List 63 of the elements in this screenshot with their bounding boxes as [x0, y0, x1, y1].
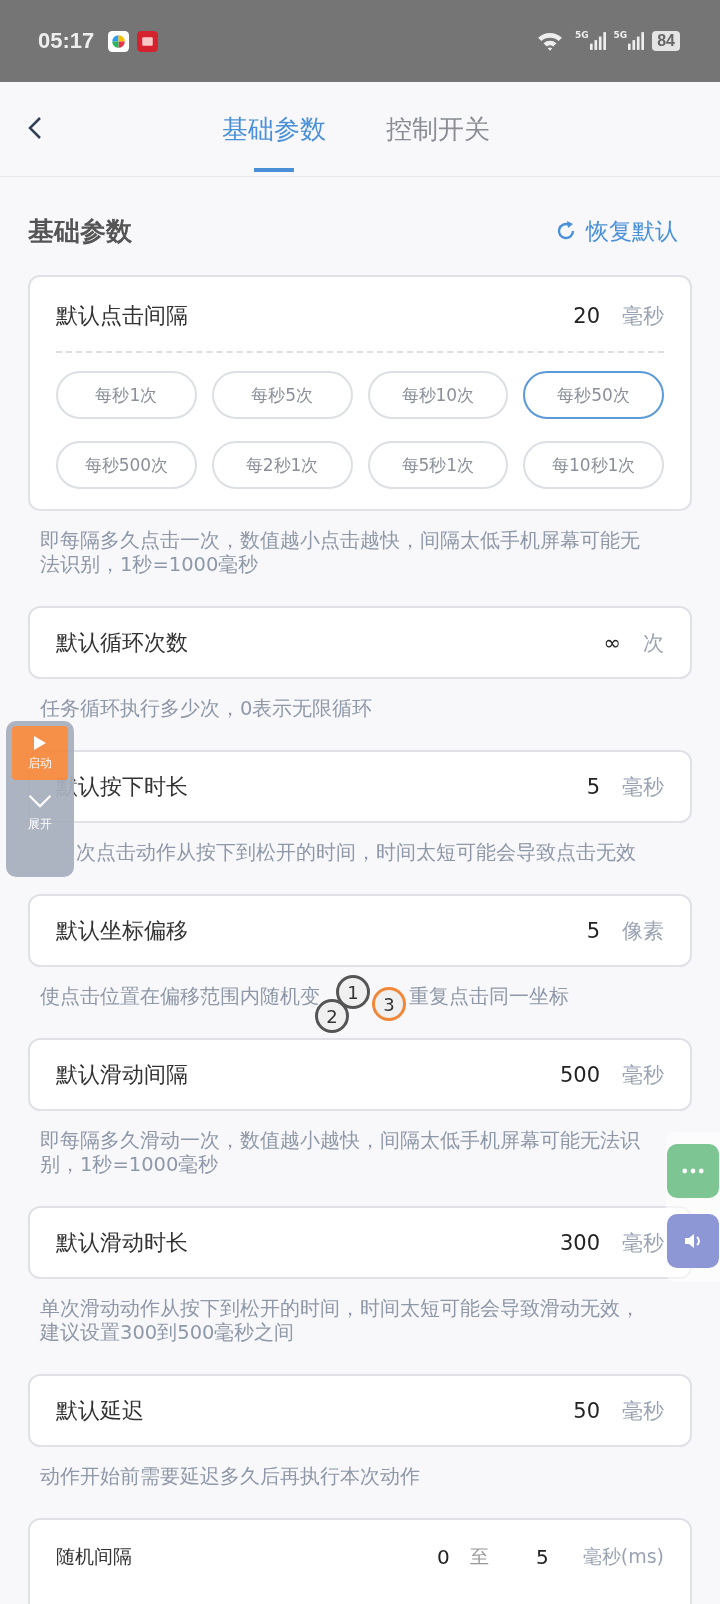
- play-icon: [33, 734, 47, 751]
- hint-text: 任务循环执行多少次，0表示无限循环: [40, 697, 374, 721]
- wifi-icon: [536, 31, 563, 51]
- preset-chip[interactable]: 每10秒1次: [523, 441, 664, 489]
- preset-chip[interactable]: 每秒500次: [56, 441, 197, 489]
- preset-chip[interactable]: 每5秒1次: [367, 441, 509, 489]
- reset-button[interactable]: 恢复默认: [554, 215, 692, 247]
- chevron-down-icon: [27, 794, 53, 808]
- hint-text: 重复点击同一坐标: [409, 985, 569, 1009]
- hint-text: 单次滑动动作从按下到松开的时间，时间太短可能会导致滑动无效，建议设置300到500毫秒之间: [40, 1297, 640, 1345]
- tap-point-marker[interactable]: 1: [336, 975, 370, 1009]
- app-icon: [137, 30, 159, 52]
- unit-label: 毫秒: [622, 773, 664, 801]
- setting-label: 随机间隔: [56, 1544, 132, 1569]
- speaker-icon: [683, 1232, 703, 1250]
- section-title: 基础参数: [28, 214, 132, 248]
- start-button[interactable]: 启动: [12, 726, 68, 780]
- network-label: 5G: [574, 30, 589, 40]
- setting-value[interactable]: 20: [573, 304, 600, 328]
- sound-button[interactable]: [667, 1214, 719, 1268]
- network-label: 5G: [613, 30, 628, 40]
- more-icon: [682, 1168, 704, 1174]
- signal-icon: [628, 32, 645, 50]
- hint-text: 即每隔多久滑动一次，数值越小越快，间隔太低手机屏幕可能无法识别，1秒=1000毫秒: [40, 1129, 640, 1177]
- battery-indicator: 84: [652, 31, 680, 51]
- setting-value[interactable]: ∞: [601, 630, 621, 655]
- setting-value[interactable]: 0: [429, 1545, 450, 1569]
- setting-label: 默认延迟: [56, 1396, 144, 1425]
- unit-label: 毫秒: [622, 1397, 664, 1425]
- more-button[interactable]: [667, 1144, 719, 1198]
- hint-text: 动作开始前需要延迟多久后再执行本次动作: [40, 1465, 421, 1489]
- setting-value[interactable]: 500: [559, 1062, 600, 1087]
- back-icon[interactable]: [28, 116, 42, 140]
- setting-value[interactable]: 300: [559, 1230, 600, 1255]
- preset-chip[interactable]: 每秒10次: [367, 371, 509, 419]
- signal-icon: [589, 32, 606, 50]
- unit-label: 毫秒: [622, 1229, 664, 1257]
- tap-point-marker[interactable]: 3: [372, 987, 406, 1021]
- setting-value[interactable]: 5: [580, 774, 600, 799]
- unit-label: 毫秒: [622, 1061, 664, 1089]
- tab[interactable]: 控制开关: [386, 82, 490, 176]
- unit-label: 像素: [622, 917, 664, 945]
- setting-value[interactable]: 5: [580, 918, 600, 943]
- preset-chip[interactable]: 每秒5次: [211, 371, 353, 419]
- status-time: 05:17: [38, 28, 95, 54]
- setting-label: 默认滑动间隔: [56, 1060, 188, 1089]
- app-icon: [108, 30, 130, 52]
- preset-chip[interactable]: 每2秒1次: [211, 441, 353, 489]
- range-separator: 至: [469, 1544, 489, 1569]
- setting-label: 默认滑动时长: [56, 1228, 188, 1257]
- preset-chip[interactable]: 每秒1次: [56, 371, 197, 419]
- unit-label: 毫秒: [622, 303, 664, 330]
- expand-button[interactable]: 展开: [27, 794, 53, 833]
- setting-label: 默认坐标偏移: [56, 916, 188, 945]
- setting-value[interactable]: 5: [528, 1545, 549, 1569]
- setting-label: 默认循环次数: [56, 628, 188, 657]
- hint-text: 即每隔多久点击一次，数值越小点击越快，间隔太低手机屏幕可能无法识别，1秒=1000毫秒: [40, 529, 640, 577]
- preset-chip[interactable]: 每秒50次: [523, 371, 664, 419]
- unit-label: 毫秒(ms): [582, 1544, 664, 1569]
- setting-label: 默认点击间隔: [56, 302, 188, 330]
- hint-text: 次点击动作从按下到松开的时间，时间太短可能会导致点击无效: [76, 841, 637, 865]
- setting-value[interactable]: 50: [573, 1398, 600, 1423]
- unit-label: 次: [643, 629, 664, 657]
